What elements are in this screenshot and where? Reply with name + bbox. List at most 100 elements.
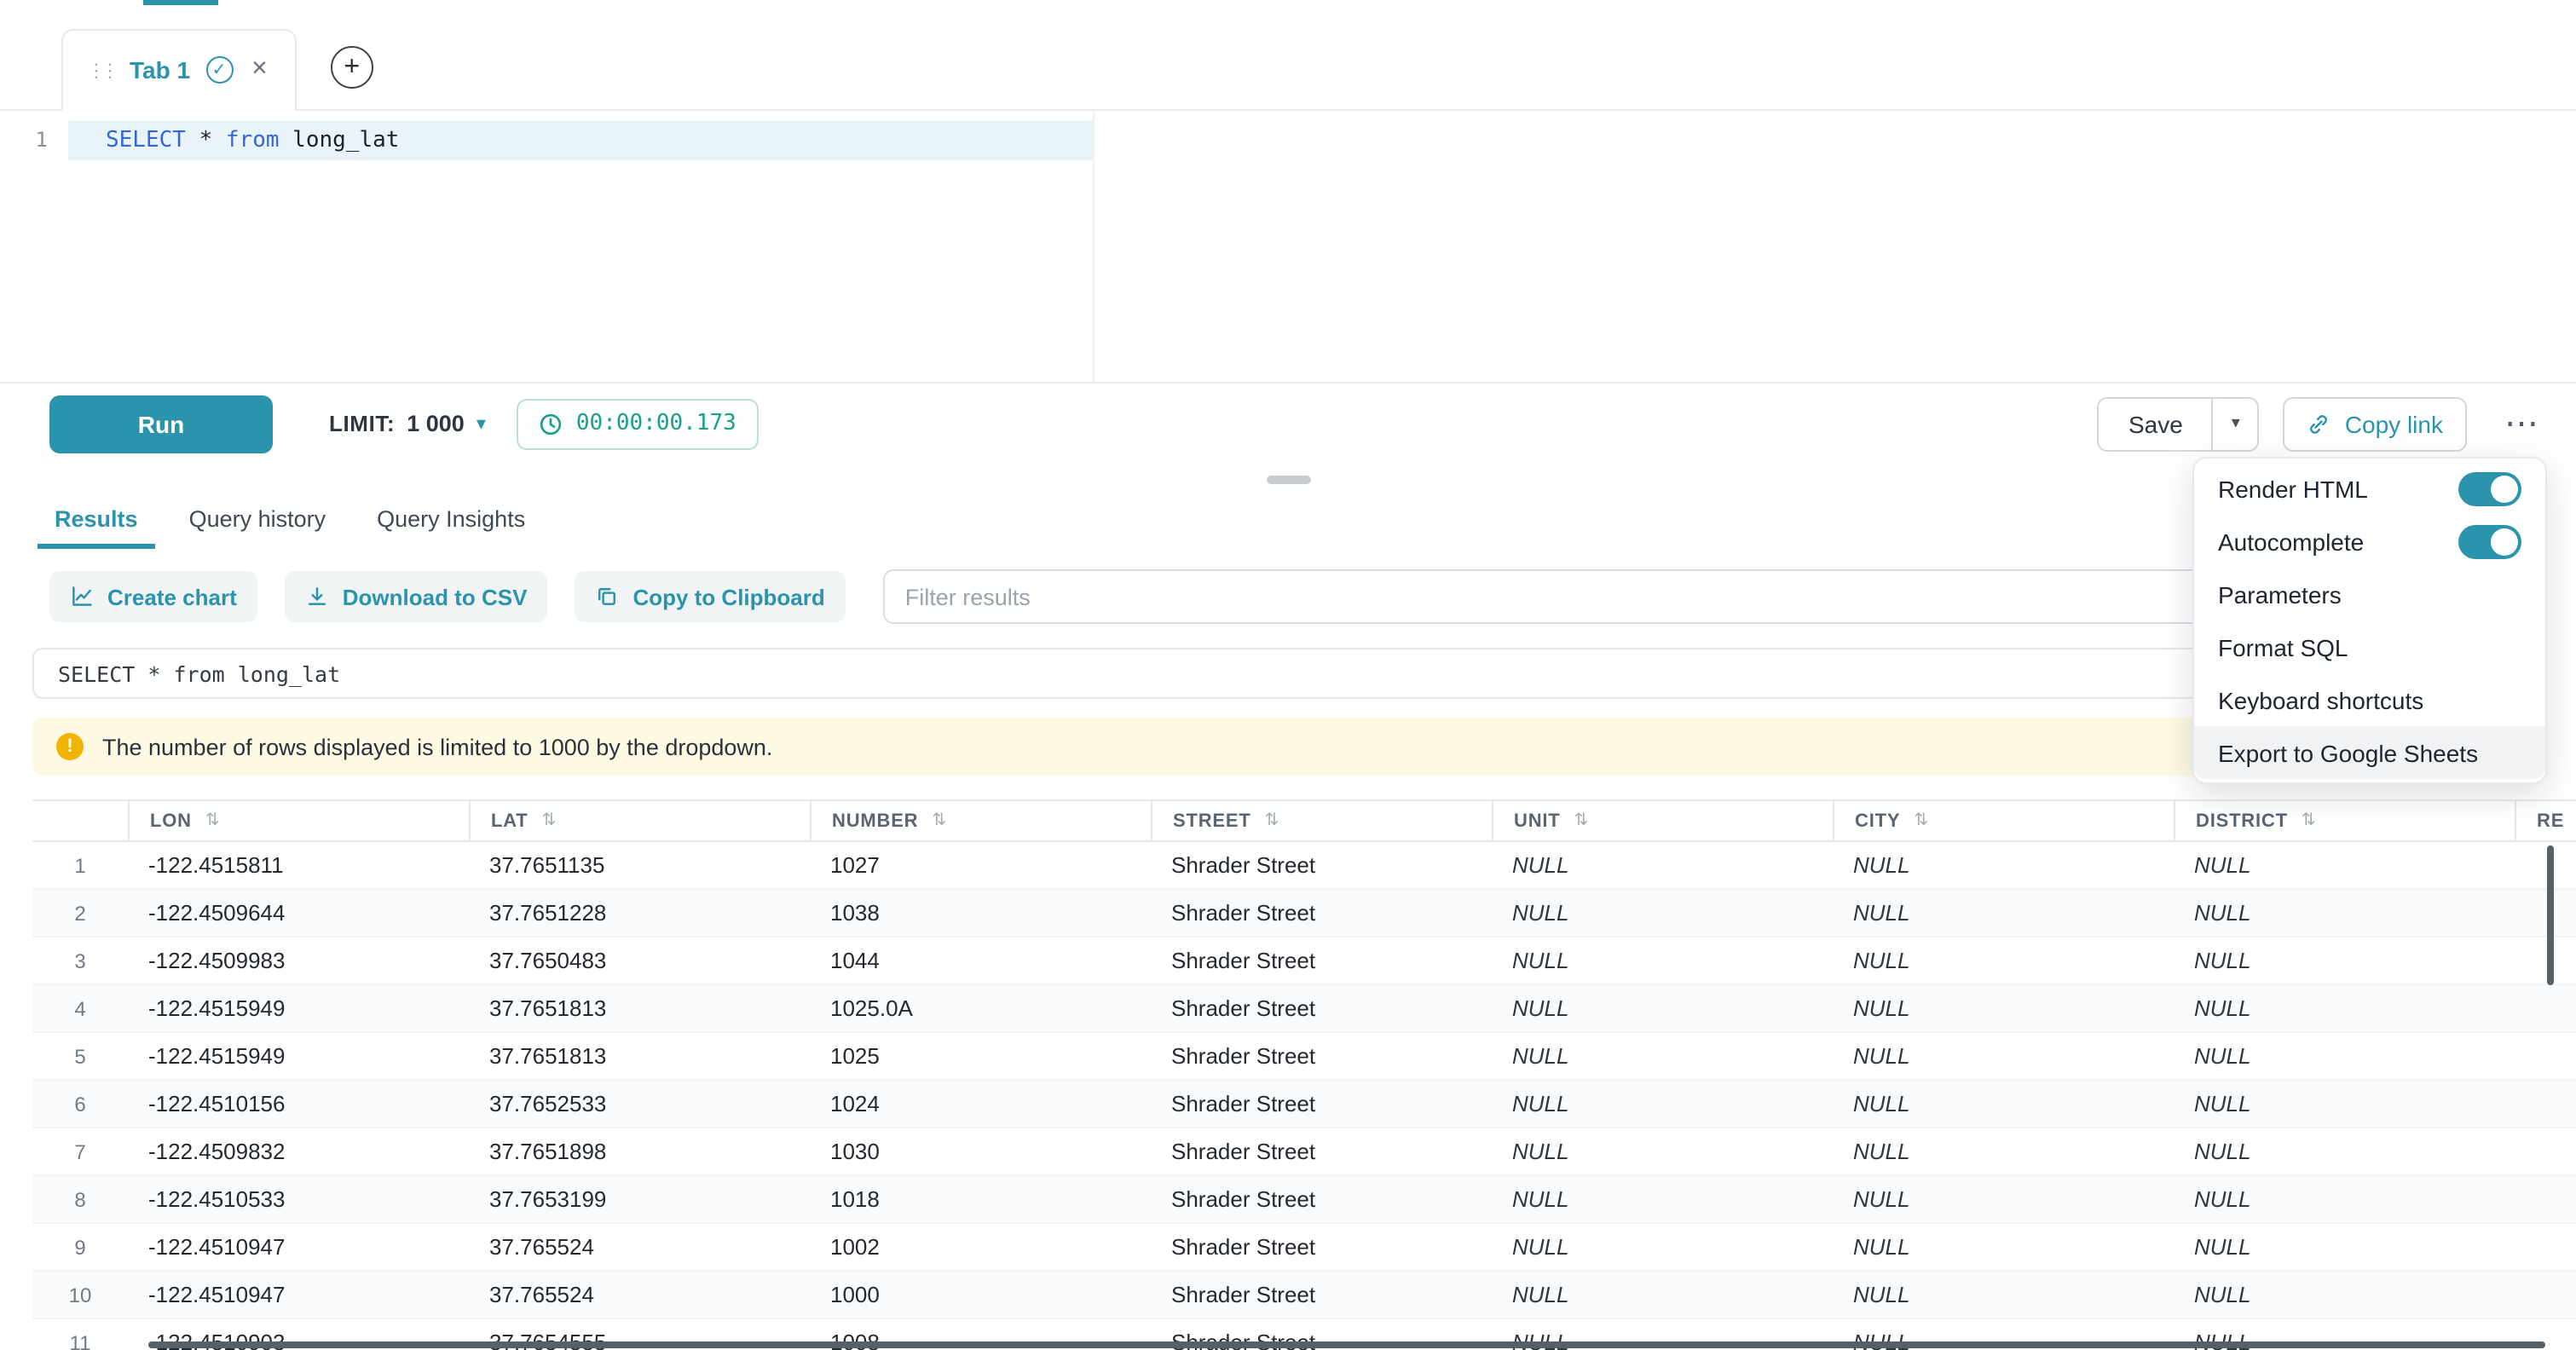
column-header-lat[interactable]: LAT⇅	[469, 801, 810, 840]
column-header-city[interactable]: CITY⇅	[1833, 801, 2174, 840]
table-cell[interactable]: -122.4510533	[128, 1176, 469, 1222]
table-cell[interactable]	[2515, 1081, 2576, 1127]
copy-link-button[interactable]: Copy link	[2284, 396, 2467, 451]
create-chart-button[interactable]: Create chart	[49, 571, 257, 622]
table-cell[interactable]: NULL	[2174, 1176, 2515, 1222]
toggle-render-html[interactable]	[2458, 471, 2521, 505]
column-header-unit[interactable]: UNIT⇅	[1492, 801, 1833, 840]
table-cell[interactable]	[2515, 890, 2576, 936]
table-cell[interactable]: 37.7650483	[469, 938, 810, 984]
table-cell[interactable]: -122.4510947	[128, 1272, 469, 1318]
table-cell[interactable]: -122.4515949	[128, 985, 469, 1031]
column-header-re[interactable]: RE⇅	[2515, 801, 2576, 840]
table-cell[interactable]: NULL	[1492, 1272, 1833, 1318]
column-header-number[interactable]: NUMBER⇅	[810, 801, 1151, 840]
table-cell[interactable]: NULL	[1833, 890, 2174, 936]
table-cell[interactable]: 1025.0A	[810, 985, 1151, 1031]
table-cell[interactable]: NULL	[1492, 1128, 1833, 1174]
table-cell[interactable]: -122.4510947	[128, 1224, 469, 1270]
table-cell[interactable]: 1030	[810, 1128, 1151, 1174]
table-cell[interactable]: -122.4515949	[128, 1033, 469, 1079]
table-cell[interactable]	[2515, 1272, 2576, 1318]
table-cell[interactable]: NULL	[1833, 842, 2174, 888]
table-cell[interactable]: -122.4510156	[128, 1081, 469, 1127]
table-cell[interactable]: Shrader Street	[1151, 985, 1492, 1031]
table-cell[interactable]: Shrader Street	[1151, 1033, 1492, 1079]
table-cell[interactable]: NULL	[2174, 1272, 2515, 1318]
table-cell[interactable]: 1002	[810, 1224, 1151, 1270]
download-csv-button[interactable]: Download to CSV	[285, 571, 548, 622]
sort-icon[interactable]: ⇅	[542, 811, 557, 830]
table-cell[interactable]: 37.7651135	[469, 842, 810, 888]
table-cell[interactable]: NULL	[1492, 985, 1833, 1031]
table-cell[interactable]	[2515, 842, 2576, 888]
table-cell[interactable]: NULL	[1833, 938, 2174, 984]
save-options-chevron-icon[interactable]: ▾	[2212, 398, 2258, 449]
table-cell[interactable]: Shrader Street	[1151, 1272, 1492, 1318]
table-cell[interactable]: NULL	[2174, 1033, 2515, 1079]
table-cell[interactable]: NULL	[2174, 890, 2515, 936]
table-cell[interactable]	[2515, 1033, 2576, 1079]
menu-item-autocomplete[interactable]: Autocomplete	[2194, 515, 2545, 568]
table-cell[interactable]: NULL	[2174, 1128, 2515, 1174]
table-cell[interactable]: 1038	[810, 890, 1151, 936]
table-cell[interactable]: Shrader Street	[1151, 1081, 1492, 1127]
table-cell[interactable]: Shrader Street	[1151, 938, 1492, 984]
table-cell[interactable]: 1027	[810, 842, 1151, 888]
more-options-button[interactable]: ⋯	[2504, 407, 2538, 441]
table-cell[interactable]: -122.4509832	[128, 1128, 469, 1174]
table-cell[interactable]: NULL	[1492, 1224, 1833, 1270]
column-header-district[interactable]: DISTRICT⇅	[2174, 801, 2515, 840]
sort-icon[interactable]: ⇅	[1914, 811, 1929, 830]
copy-clipboard-button[interactable]: Copy to Clipboard	[575, 571, 845, 622]
table-cell[interactable]: 1044	[810, 938, 1151, 984]
table-cell[interactable]: NULL	[1492, 1081, 1833, 1127]
sort-icon[interactable]: ⇅	[1265, 811, 1280, 830]
table-cell[interactable]: 1024	[810, 1081, 1151, 1127]
table-cell[interactable]: 37.7651813	[469, 1033, 810, 1079]
table-cell[interactable]: NULL	[1833, 1128, 2174, 1174]
close-tab-icon[interactable]: ×	[248, 56, 271, 84]
table-cell[interactable]: NULL	[2174, 842, 2515, 888]
table-cell[interactable]: NULL	[2174, 938, 2515, 984]
table-cell[interactable]: -122.4509644	[128, 890, 469, 936]
table-cell[interactable]: 1000	[810, 1272, 1151, 1318]
menu-item-export-to-google-sheets[interactable]: Export to Google Sheets	[2194, 726, 2545, 779]
menu-item-keyboard-shortcuts[interactable]: Keyboard shortcuts	[2194, 673, 2545, 726]
tab-results[interactable]: Results	[38, 494, 155, 549]
table-cell[interactable]: Shrader Street	[1151, 1176, 1492, 1222]
table-cell[interactable]: Shrader Street	[1151, 890, 1492, 936]
limit-dropdown[interactable]: LIMIT: 1 000 ▾	[329, 411, 486, 436]
sort-icon[interactable]: ⇅	[1574, 811, 1590, 830]
table-cell[interactable]: 1025	[810, 1033, 1151, 1079]
table-cell[interactable]: Shrader Street	[1151, 1128, 1492, 1174]
tab-query-history[interactable]: Query history	[172, 494, 344, 549]
tab-query-insights[interactable]: Query Insights	[360, 494, 542, 549]
table-cell[interactable]: 37.765524	[469, 1272, 810, 1318]
table-cell[interactable]: 37.7651898	[469, 1128, 810, 1174]
table-cell[interactable]	[2515, 1128, 2576, 1174]
table-cell[interactable]: 37.7653199	[469, 1176, 810, 1222]
table-cell[interactable]: 37.7652533	[469, 1081, 810, 1127]
code-line[interactable]: SELECT * from long_lat	[106, 121, 399, 160]
sql-editor[interactable]: 1 SELECT * from long_lat	[0, 111, 2576, 382]
menu-item-format-sql[interactable]: Format SQL	[2194, 620, 2545, 673]
table-cell[interactable]: NULL	[1492, 1033, 1833, 1079]
table-cell[interactable]	[2515, 1176, 2576, 1222]
table-cell[interactable]: NULL	[1492, 938, 1833, 984]
table-cell[interactable]: 37.7651813	[469, 985, 810, 1031]
table-cell[interactable]: NULL	[2174, 1224, 2515, 1270]
sort-icon[interactable]: ⇅	[205, 811, 221, 830]
table-cell[interactable]	[2515, 985, 2576, 1031]
table-cell[interactable]: NULL	[1833, 1081, 2174, 1127]
horizontal-scrollbar[interactable]	[148, 1341, 2545, 1348]
add-tab-button[interactable]: +	[331, 46, 373, 89]
menu-item-render-html[interactable]: Render HTML	[2194, 462, 2545, 515]
menu-item-parameters[interactable]: Parameters	[2194, 568, 2545, 620]
save-button[interactable]: Save	[2099, 398, 2212, 449]
table-cell[interactable]: Shrader Street	[1151, 842, 1492, 888]
table-cell[interactable]: NULL	[1833, 985, 2174, 1031]
resize-handle[interactable]	[1266, 476, 1310, 484]
table-cell[interactable]	[2515, 1224, 2576, 1270]
drag-handle-icon[interactable]: ⋮⋮	[87, 59, 114, 81]
